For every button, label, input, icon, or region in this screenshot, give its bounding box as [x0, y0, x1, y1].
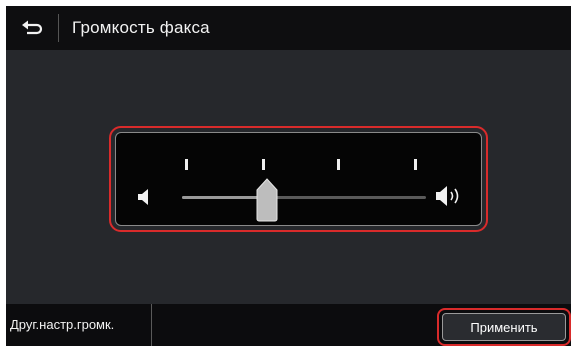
speaker-low-icon[interactable] — [137, 188, 153, 211]
title-bar: Громкость факса — [6, 6, 571, 50]
bottom-bar: Друг.настр.громк. Применить — [6, 304, 571, 346]
title-divider — [58, 14, 59, 42]
apply-button[interactable]: Применить — [442, 313, 566, 341]
fax-volume-screen: Громкость факса Друг.настр.громк. Примен… — [6, 6, 571, 346]
volume-slider-track[interactable] — [182, 196, 426, 199]
volume-tick — [414, 159, 417, 170]
back-arrow-icon — [22, 20, 43, 35]
volume-tick — [262, 159, 265, 170]
speaker-high-icon[interactable] — [435, 185, 465, 212]
volume-slider-thumb[interactable] — [256, 178, 278, 222]
other-volume-settings-button[interactable]: Друг.настр.громк. — [6, 304, 152, 346]
volume-panel — [115, 132, 482, 226]
volume-tick — [337, 159, 340, 170]
volume-slider-fill — [182, 196, 268, 199]
volume-tick — [185, 159, 188, 170]
page-title: Громкость факса — [72, 18, 210, 37]
back-button[interactable] — [6, 6, 58, 50]
